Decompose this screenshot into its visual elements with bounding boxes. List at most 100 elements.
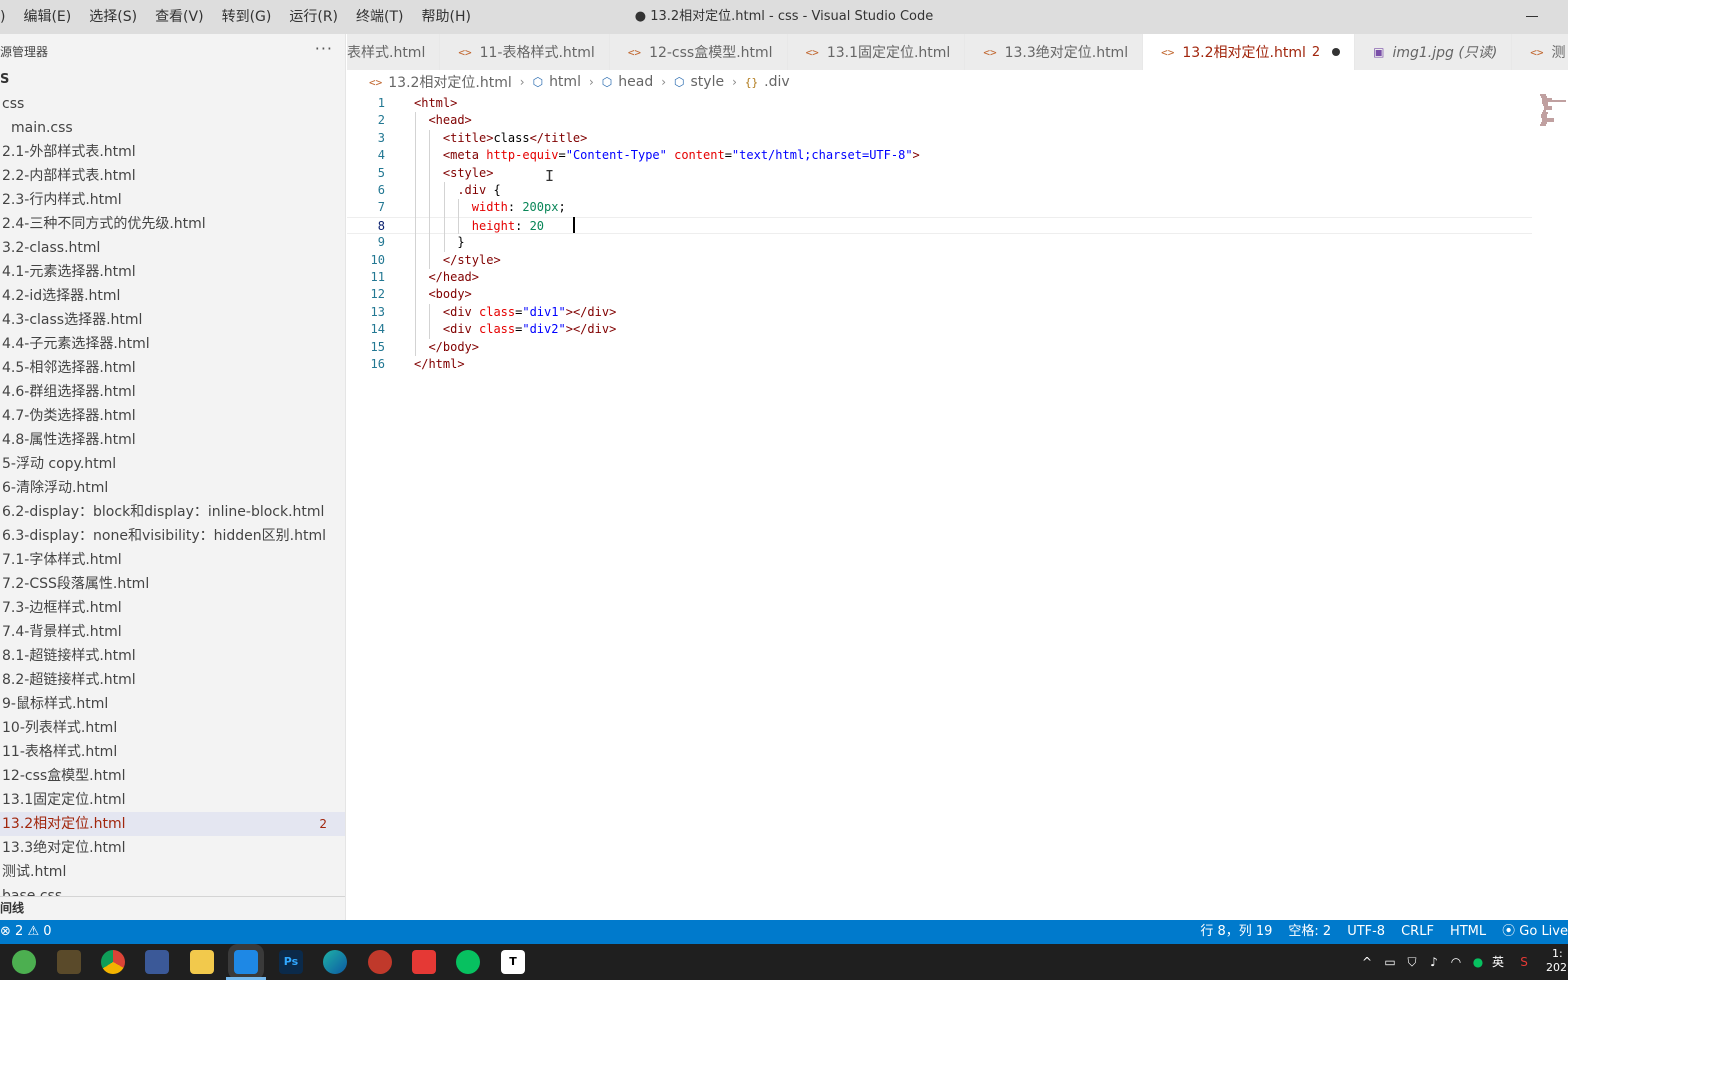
tree-item[interactable]: 2.1-外部样式表.html xyxy=(0,140,345,164)
red-app-icon[interactable] xyxy=(412,950,436,974)
tree-item[interactable]: 13.3绝对定位.html xyxy=(0,836,345,860)
code-line[interactable]: 12 <body> xyxy=(347,286,1532,303)
tree-item[interactable]: 测试.html xyxy=(0,860,345,884)
tab[interactable]: ▣ img1.jpg (只读) xyxy=(1355,34,1513,70)
menu-item-view[interactable]: 查看(V) xyxy=(146,0,213,34)
menu-item-help[interactable]: 帮助(H) xyxy=(413,0,480,34)
tree-item[interactable]: 4.4-子元素选择器.html xyxy=(0,332,345,356)
green-app-icon[interactable] xyxy=(12,950,36,974)
code-line[interactable]: 14 <div class="div2"></div> xyxy=(347,321,1532,338)
tab-active[interactable]: <> 13.2相对定位.html 2 xyxy=(1143,34,1356,70)
tree-item[interactable]: main.css xyxy=(0,116,345,140)
timeline-section-header[interactable]: 间线 xyxy=(0,896,345,920)
code-line[interactable]: 8 height: 20 xyxy=(347,216,1532,234)
workspace-folder[interactable]: S xyxy=(0,68,345,92)
tree-item[interactable]: 4.2-id选择器.html xyxy=(0,284,345,308)
wechat-tray-icon[interactable]: ● xyxy=(1470,944,1486,980)
tree-item[interactable]: 12-css盒模型.html xyxy=(0,764,345,788)
wechat-icon[interactable] xyxy=(456,950,480,974)
tab[interactable]: 表样式.html xyxy=(347,34,441,70)
photoshop-icon[interactable]: Ps xyxy=(279,950,303,974)
language-mode[interactable]: HTML xyxy=(1442,920,1494,944)
tree-item[interactable]: 4.8-属性选择器.html xyxy=(0,428,345,452)
code-line[interactable]: 2 <head> xyxy=(347,112,1532,129)
edge-icon[interactable] xyxy=(323,950,347,974)
tab[interactable]: <> 13.3绝对定位.html xyxy=(965,34,1144,70)
typora-icon[interactable]: T xyxy=(501,950,525,974)
tree-item[interactable]: 3.2-class.html xyxy=(0,236,345,260)
menu-item-go[interactable]: 转到(G) xyxy=(213,0,281,34)
tree-item[interactable]: 6.2-display：block和display：inline-block.h… xyxy=(0,500,345,524)
tree-item[interactable]: 5-浮动 copy.html xyxy=(0,452,345,476)
tree-item[interactable]: css xyxy=(0,92,345,116)
tree-item[interactable]: 9-鼠标样式.html xyxy=(0,692,345,716)
file-explorer-icon[interactable] xyxy=(190,950,214,974)
code-line[interactable]: 3 <title>class</title> xyxy=(347,130,1532,147)
tree-item[interactable]: 4.7-伪类选择器.html xyxy=(0,404,345,428)
indentation[interactable]: 空格: 2 xyxy=(1280,920,1339,944)
tray-expand-icon[interactable]: ^ xyxy=(1360,944,1374,980)
unsaved-dot-icon[interactable] xyxy=(1332,48,1341,56)
tree-item[interactable]: 8.2-超链接样式.html xyxy=(0,668,345,692)
breadcrumb-item[interactable]: <> 13.2相对定位.html xyxy=(369,72,512,92)
menu-item-partial[interactable]: ) xyxy=(0,0,14,34)
breadcrumb-item[interactable]: ⬡ head xyxy=(602,74,653,90)
tab[interactable]: <> 13.1固定定位.html xyxy=(787,34,966,70)
tree-item[interactable]: 7.2-CSS段落属性.html xyxy=(0,572,345,596)
tree-item[interactable]: 2.4-三种不同方式的优先级.html xyxy=(0,212,345,236)
code-line[interactable]: 4 <meta http-equiv="Content-Type" content… xyxy=(347,147,1532,164)
tree-item[interactable]: 4.1-元素选择器.html xyxy=(0,260,345,284)
code-line[interactable]: 16 </html> xyxy=(347,356,1532,373)
box-app-icon[interactable] xyxy=(57,950,81,974)
menu-item-edit[interactable]: 编辑(E) xyxy=(14,0,80,34)
breadcrumb-item[interactable]: ⬡ html xyxy=(533,74,581,90)
code-line[interactable]: 6 .div { xyxy=(347,182,1532,199)
encoding[interactable]: UTF-8 xyxy=(1339,920,1393,944)
line-ending[interactable]: CRLF xyxy=(1393,920,1442,944)
code-line[interactable]: 11 </head> xyxy=(347,269,1532,286)
volume-icon[interactable]: ♪ xyxy=(1426,944,1442,980)
tree-item[interactable]: 2.3-行内样式.html xyxy=(0,188,345,212)
tab[interactable]: <> 12-css盒模型.html xyxy=(609,34,788,70)
tree-item[interactable]: 7.4-背景样式.html xyxy=(0,620,345,644)
breadcrumb-item[interactable]: {} .div xyxy=(745,74,790,90)
minimize-button[interactable] xyxy=(1526,8,1540,24)
tree-item[interactable]: 4.3-class选择器.html xyxy=(0,308,345,332)
tree-item[interactable]: 13.1固定定位.html xyxy=(0,788,345,812)
tab[interactable]: <> 测 xyxy=(1512,34,1568,70)
menu-item-run[interactable]: 运行(R) xyxy=(280,0,347,34)
tree-item-active-file[interactable]: 13.2相对定位.html 2 xyxy=(0,812,345,836)
sogou-ime-icon[interactable]: S xyxy=(1516,944,1532,980)
code-line[interactable]: 15 </body> xyxy=(347,339,1532,356)
menu-item-terminal[interactable]: 终端(T) xyxy=(347,0,412,34)
minimap[interactable] xyxy=(1540,94,1568,126)
cursor-position[interactable]: 行 8，列 19 xyxy=(1192,920,1280,944)
code-line[interactable]: 9} xyxy=(347,234,1532,251)
code-line[interactable]: 10 </style> xyxy=(347,252,1532,269)
vscode-icon[interactable] xyxy=(234,950,258,974)
tree-item[interactable]: 4.6-群组选择器.html xyxy=(0,380,345,404)
chrome-icon[interactable] xyxy=(101,950,125,974)
clock-date[interactable]: 202 xyxy=(1546,958,1568,994)
tray-app-icon[interactable]: ▭ xyxy=(1382,944,1398,980)
tree-item[interactable]: 11-表格样式.html xyxy=(0,740,345,764)
tree-item[interactable]: 7.3-边框样式.html xyxy=(0,596,345,620)
calculator-icon[interactable] xyxy=(145,950,169,974)
tree-item[interactable]: 10-列表样式.html xyxy=(0,716,345,740)
menu-item-selection[interactable]: 选择(S) xyxy=(80,0,146,34)
breadcrumb-item[interactable]: ⬡ style xyxy=(674,74,724,90)
tab[interactable]: <> 11-表格样式.html xyxy=(440,34,610,70)
code-editor[interactable]: I 1 <html> 2 <head> 3 <title>class</title> 4 <m… xyxy=(347,94,1568,920)
tree-item[interactable]: 6.3-display：none和visibility：hidden区别.htm… xyxy=(0,524,345,548)
code-line[interactable]: 7 width: 200px; xyxy=(347,199,1532,216)
tree-item[interactable]: 4.5-相邻选择器.html xyxy=(0,356,345,380)
security-shield-icon[interactable]: ⛉ xyxy=(1404,944,1420,980)
tree-item[interactable]: 8.1-超链接样式.html xyxy=(0,644,345,668)
code-line[interactable]: 5 <style> xyxy=(347,165,1532,182)
tree-item[interactable]: 2.2-内部样式表.html xyxy=(0,164,345,188)
ime-indicator[interactable]: 英 xyxy=(1490,944,1506,980)
code-line[interactable]: 13 <div class="div1"></div> xyxy=(347,304,1532,321)
go-live-button[interactable]: ⦿ Go Live xyxy=(1494,920,1568,944)
tree-item[interactable]: 7.1-字体样式.html xyxy=(0,548,345,572)
red-circle-app-icon[interactable] xyxy=(368,950,392,974)
